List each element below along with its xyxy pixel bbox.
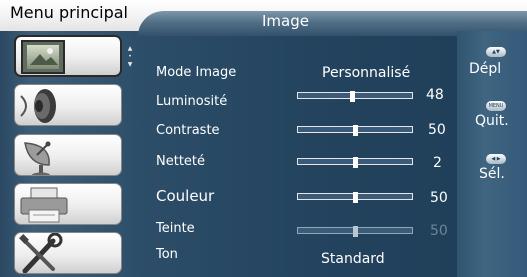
osd-menu: Menu principal Image ▲ • ▼ Mode Image Pe… (0, 0, 527, 277)
sidebar-item-channel[interactable] (14, 134, 122, 176)
mode-image-label: Mode Image (156, 65, 237, 80)
slider-knob[interactable] (353, 125, 358, 136)
couleur-value: 50 (430, 190, 448, 206)
sidebar-item-sound[interactable] (14, 84, 122, 126)
tools-icon (19, 233, 63, 273)
speaker-icon (20, 89, 56, 123)
luminosite-value: 48 (426, 87, 444, 103)
picture-icon (21, 40, 65, 74)
mode-image-value: Personnalisé (322, 65, 411, 81)
contraste-value: 50 (428, 122, 446, 138)
nettete-label: Netteté (156, 154, 206, 169)
satellite-dish-icon (24, 141, 51, 175)
hint-quit-label: Quit. (475, 113, 509, 129)
slider-knob[interactable] (353, 157, 358, 168)
teinte-value: 50 (430, 223, 448, 239)
ton-value: Standard (321, 251, 385, 267)
sidebar-item-setup[interactable] (14, 232, 122, 274)
menu-title: Menu principal (10, 3, 128, 22)
contraste-slider[interactable] (297, 125, 413, 136)
luminosite-slider[interactable] (297, 91, 413, 102)
scroll-down-icon: ▼ (127, 61, 133, 68)
slider-knob[interactable] (353, 226, 358, 237)
sidebar-item-features[interactable] (14, 183, 122, 225)
nettete-value: 2 (433, 155, 442, 171)
left-right-icon: ◀ ▶ (486, 154, 506, 164)
nettete-slider[interactable] (297, 157, 413, 168)
luminosite-label: Luminosité (156, 94, 228, 109)
section-title: Image (262, 12, 309, 30)
hint-select-label: Sél. (479, 166, 505, 182)
hint-move-label: Dépl (469, 61, 502, 77)
contraste-label: Contraste (156, 123, 220, 138)
couleur-label: Couleur (156, 187, 215, 205)
ton-label: Ton (156, 247, 178, 262)
menu-icon: MENU (486, 101, 506, 111)
up-down-icon: ▲▼ (486, 47, 506, 57)
slider-knob[interactable] (353, 192, 358, 203)
slider-knob[interactable] (350, 91, 355, 102)
teinte-slider[interactable] (297, 226, 413, 237)
printer-icon (20, 187, 68, 223)
sidebar-scroll-indicator[interactable]: ▲ • ▼ (126, 45, 134, 69)
scroll-dot-icon: • (128, 53, 132, 60)
teinte-label: Teinte (156, 221, 195, 236)
couleur-slider[interactable] (297, 192, 413, 203)
scroll-up-icon: ▲ (127, 45, 133, 52)
sidebar-item-picture[interactable] (14, 35, 122, 77)
